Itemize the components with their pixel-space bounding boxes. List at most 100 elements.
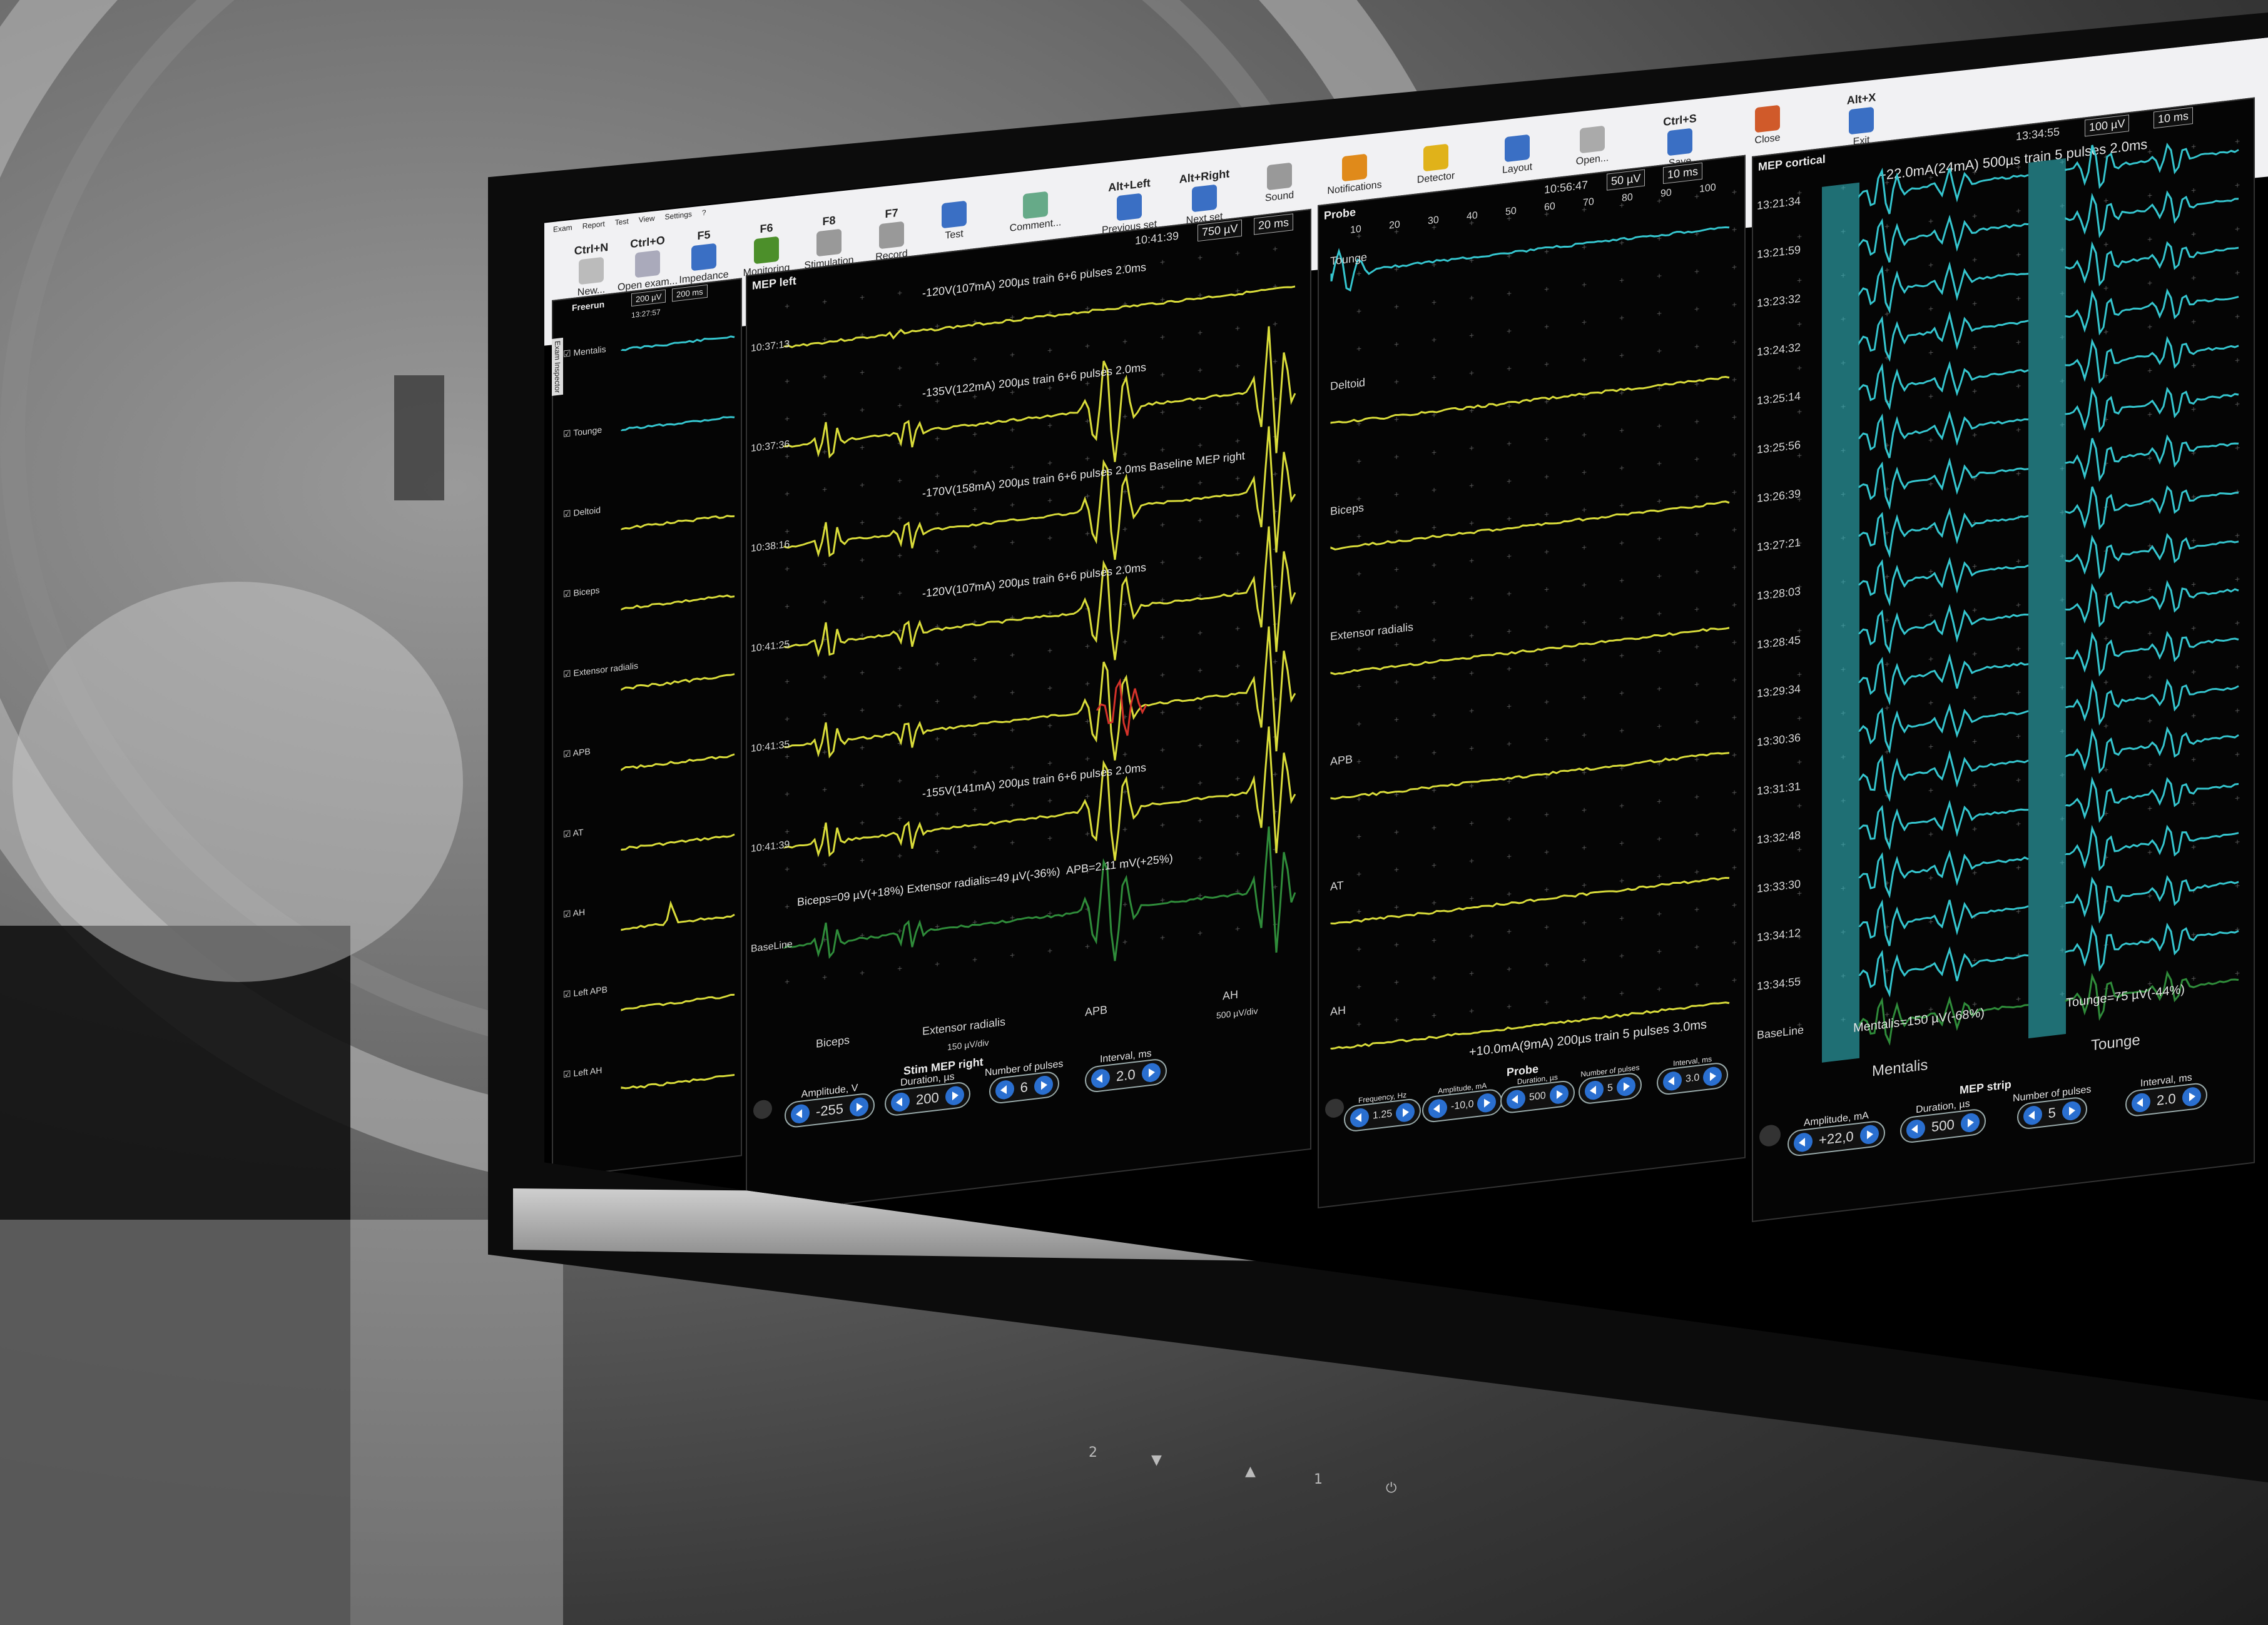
increase-arrow-icon[interactable] [1960, 1112, 1980, 1133]
menu-test[interactable]: Test [615, 216, 629, 226]
mep-cortical-trace [1858, 261, 2029, 314]
stepper-value[interactable]: +22,0 [1819, 1128, 1854, 1149]
grid-mark: + [972, 504, 977, 515]
decrease-arrow-icon[interactable] [1794, 1131, 1813, 1153]
stepper-value[interactable]: 500 [1529, 1090, 1546, 1103]
decrease-arrow-icon[interactable] [1585, 1080, 1604, 1101]
decrease-arrow-icon[interactable] [1350, 1107, 1369, 1128]
stim-artifact-right [2028, 158, 2066, 1039]
grid-mark: + [2235, 180, 2240, 190]
grid-mark: + [1356, 644, 1361, 654]
grid-mark: + [897, 513, 902, 524]
stepper-value[interactable]: -255 [816, 1101, 843, 1120]
close-button[interactable]: Close [1733, 99, 1802, 149]
stepper-value[interactable]: 5 [2048, 1105, 2056, 1121]
grid-mark: + [1507, 664, 1512, 674]
stepper-value[interactable]: 200 [916, 1090, 939, 1108]
decrease-arrow-icon[interactable] [1906, 1118, 1925, 1140]
grid-mark: + [1235, 773, 1240, 784]
decrease-arrow-icon[interactable] [995, 1079, 1014, 1101]
grid-mark: + [1010, 650, 1015, 661]
grid-mark: + [1198, 815, 1203, 826]
increase-arrow-icon[interactable] [1034, 1075, 1053, 1096]
stepper-value[interactable]: 2.0 [2157, 1090, 2176, 1109]
stepper-value[interactable]: 3.0 [1686, 1072, 1699, 1085]
test-button[interactable]: Test [920, 196, 989, 245]
decrease-arrow-icon[interactable] [791, 1103, 810, 1125]
freerun-trace [621, 753, 735, 771]
increase-arrow-icon[interactable] [2062, 1100, 2081, 1121]
decrease-arrow-icon[interactable] [1428, 1098, 1447, 1120]
impedance-button[interactable]: F5 Impedance [669, 225, 738, 288]
grid-mark: + [935, 959, 940, 969]
grid-mark: + [1657, 195, 1662, 206]
stepper-value[interactable]: 500 [1931, 1116, 1955, 1135]
menu-[interactable]: ? [702, 208, 706, 218]
grid-mark: + [1085, 941, 1090, 951]
grid-mark: + [2235, 223, 2240, 234]
grid-mark: + [785, 413, 790, 424]
decrease-arrow-icon[interactable] [2023, 1105, 2042, 1126]
detector-button[interactable]: Detector [1401, 139, 1470, 188]
decrease-arrow-icon[interactable] [891, 1091, 910, 1113]
monitor-button-3[interactable]: 1 [1314, 1472, 1323, 1487]
grid-mark: + [1235, 848, 1240, 859]
stepper-value[interactable]: 5 [1607, 1083, 1613, 1095]
open-button[interactable]: Open... [1558, 120, 1627, 170]
grid-mark: + [1972, 298, 1977, 309]
monitor-button-0[interactable]: 2 [1089, 1445, 1097, 1460]
monitor-button-1[interactable]: ▼ [1151, 1452, 1162, 1468]
grid-mark: + [2016, 950, 2021, 961]
comment-button[interactable]: Comment... [1001, 186, 1070, 235]
monitor-button-4[interactable]: ⏻ [1386, 1481, 1396, 1496]
bell-button[interactable]: Notifications [1320, 148, 1389, 198]
grid-mark: + [1582, 955, 1587, 966]
grid-mark: + [1657, 758, 1662, 769]
grid-mark: + [2147, 759, 2152, 770]
grid-mark: + [1394, 226, 1399, 237]
mep-cortical-trace [1858, 410, 2029, 458]
grid-mark: + [1657, 533, 1662, 544]
stepper-value[interactable]: 6 [1020, 1079, 1028, 1096]
decrease-arrow-icon[interactable] [1663, 1070, 1682, 1092]
stepper-value[interactable]: -10,0 [1451, 1099, 1473, 1113]
decrease-arrow-icon[interactable] [1091, 1068, 1110, 1090]
increase-arrow-icon[interactable] [1549, 1083, 1569, 1105]
channel-label: AH [572, 906, 586, 919]
grid-mark: + [1884, 702, 1889, 713]
grid-mark: + [2016, 600, 2021, 610]
grid-mark: + [1694, 904, 1699, 914]
grid-mark: + [1972, 430, 1977, 440]
increase-arrow-icon[interactable] [1396, 1101, 1415, 1123]
grid-mark: + [1732, 449, 1737, 460]
increase-arrow-icon[interactable] [1859, 1124, 1879, 1145]
increase-arrow-icon[interactable] [945, 1085, 964, 1106]
increase-arrow-icon[interactable] [1141, 1062, 1161, 1083]
layout-button[interactable]: Layout [1483, 129, 1552, 179]
stepper-value[interactable]: 1.25 [1373, 1108, 1392, 1122]
monitor-button-2[interactable]: ▲ [1245, 1464, 1256, 1479]
increase-arrow-icon[interactable] [1703, 1066, 1722, 1087]
grid-mark: + [2103, 633, 2108, 644]
decrease-arrow-icon[interactable] [2132, 1092, 2150, 1113]
grid-mark: + [1972, 561, 1977, 572]
grid-mark: + [1469, 856, 1474, 866]
sound-button[interactable]: Sound [1245, 157, 1314, 206]
grid-mark: + [1732, 261, 1737, 272]
grid-mark: + [1122, 448, 1127, 459]
grid-mark: + [1694, 716, 1699, 727]
grid-mark: + [1582, 993, 1587, 1003]
grid-mark: + [785, 789, 790, 799]
grid-mark: + [1198, 365, 1203, 375]
grid-mark: + [2147, 584, 2152, 595]
stepper-value[interactable]: 2.0 [1116, 1066, 1136, 1085]
menu-view[interactable]: View [639, 214, 655, 225]
increase-arrow-icon[interactable] [850, 1096, 869, 1118]
increase-arrow-icon[interactable] [2182, 1086, 2201, 1108]
grid-mark: + [1694, 941, 1699, 952]
decrease-arrow-icon[interactable] [1507, 1088, 1525, 1110]
grid-mark: + [935, 809, 940, 819]
increase-arrow-icon[interactable] [1616, 1076, 1635, 1097]
grid-mark: + [1657, 458, 1662, 468]
increase-arrow-icon[interactable] [1477, 1092, 1497, 1113]
